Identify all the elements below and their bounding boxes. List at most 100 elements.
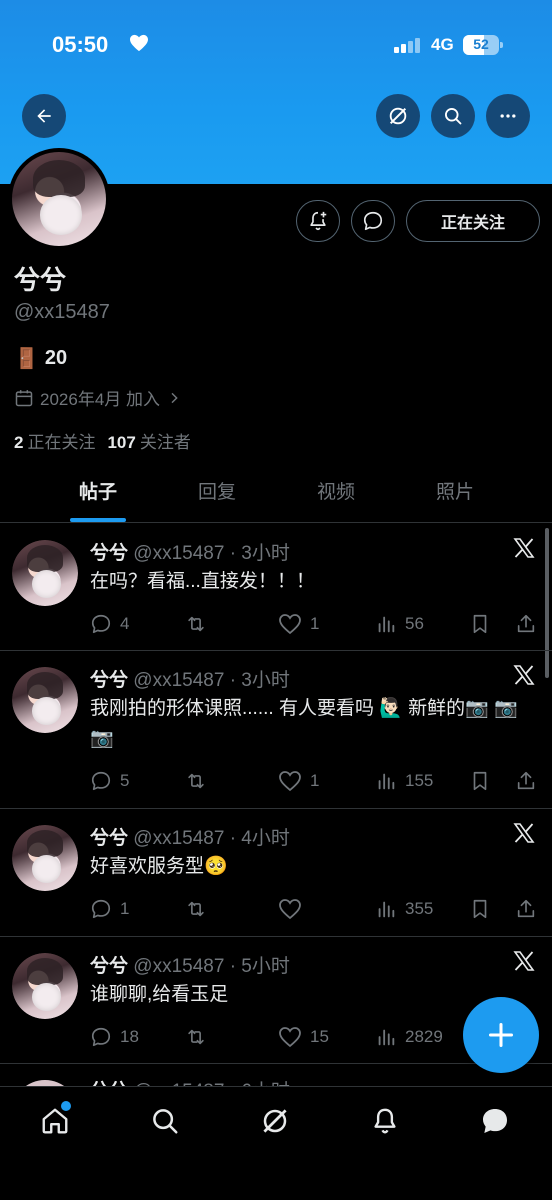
following-label: 正在关注	[27, 433, 96, 452]
tab-posts[interactable]: 帖子	[38, 466, 158, 522]
calendar-icon	[15, 389, 33, 406]
following-count: 2	[14, 433, 24, 452]
join-date-text: 2026年4月 加入	[40, 390, 160, 409]
more-button[interactable]	[486, 94, 530, 138]
heart-icon	[279, 771, 301, 792]
share-button[interactable]	[515, 770, 537, 792]
reply-icon	[91, 771, 111, 791]
reply-count: 1	[120, 899, 130, 918]
following-stat[interactable]: 2 正在关注	[14, 428, 95, 453]
followers-stat[interactable]: 107 关注者	[107, 428, 190, 453]
like-count: 15	[310, 1027, 329, 1046]
repost-button[interactable]	[184, 613, 216, 635]
network-type: 4G	[431, 35, 454, 54]
views-button[interactable]: 155	[375, 770, 433, 792]
like-button[interactable]: 15	[278, 1026, 329, 1048]
signal-icon	[394, 37, 422, 58]
post-actions: 1 355	[90, 898, 540, 924]
post-avatar[interactable]	[12, 825, 78, 891]
share-button[interactable]	[515, 613, 537, 635]
views-button[interactable]: 355	[375, 898, 433, 920]
post-meta: @xx15487 · 3小时	[133, 670, 290, 691]
like-button[interactable]: 1	[278, 613, 319, 635]
post-header: 兮兮 @xx15487 · 5小时	[90, 951, 290, 978]
arrow-left-icon	[37, 109, 51, 123]
bookmark-button[interactable]	[469, 898, 491, 920]
post-avatar[interactable]	[12, 953, 78, 1019]
tab-videos[interactable]: 视频	[276, 466, 396, 522]
reply-button[interactable]: 4	[90, 613, 129, 635]
post-meta: @xx15487 · 3小时	[133, 543, 290, 564]
repost-button[interactable]	[184, 1026, 216, 1048]
chat-bubble-icon	[363, 211, 383, 231]
tab-photos[interactable]: 照片	[395, 466, 515, 522]
notifications-subscribe-button[interactable]	[296, 200, 340, 242]
repost-button[interactable]	[184, 770, 216, 792]
nav-notifications[interactable]	[355, 1101, 415, 1141]
x-logo-icon	[513, 665, 535, 685]
reply-button[interactable]: 1	[90, 898, 129, 920]
reply-button[interactable]: 18	[90, 1026, 139, 1048]
tab-replies[interactable]: 回复	[157, 466, 277, 522]
grok-button[interactable]	[376, 94, 420, 138]
compose-button[interactable]	[463, 997, 539, 1073]
x-logo	[512, 949, 536, 978]
message-button[interactable]	[351, 200, 395, 242]
like-count: 1	[310, 771, 320, 790]
avatar-image	[12, 953, 78, 1019]
nav-home[interactable]	[25, 1101, 85, 1141]
share-icon	[517, 899, 535, 918]
x-logo	[512, 663, 536, 692]
post-header: 兮兮 @xx15487 · 3小时	[90, 665, 290, 692]
nav-messages[interactable]	[465, 1101, 525, 1141]
avatar-image	[12, 825, 78, 891]
battery-level: 52	[473, 36, 489, 52]
post-actions: 5 1 155	[90, 770, 540, 796]
reply-count: 5	[120, 771, 130, 790]
join-date[interactable]: 2026年4月 加入	[14, 385, 182, 410]
share-icon	[517, 614, 535, 633]
nav-grok[interactable]	[245, 1101, 305, 1141]
avatar-image	[12, 152, 106, 246]
following-button[interactable]: 正在关注	[406, 200, 540, 242]
post-avatar[interactable]	[12, 667, 78, 733]
post-item[interactable]: 兮兮 @xx15487 · 3小时 在吗？看福...直接发！！！ 4 1 56	[0, 524, 552, 651]
profile-avatar[interactable]	[8, 148, 110, 250]
search-icon	[445, 108, 462, 125]
battery-icon: 52	[463, 35, 503, 55]
grok-icon	[263, 1109, 287, 1133]
post-item[interactable]: 兮兮 @xx15487 · 4小时 好喜欢服务型🥺 1 355	[0, 809, 552, 937]
post-item[interactable]: 兮兮 @xx15487 · 3小时 我刚拍的形体课照...... 有人要看吗 🙋…	[0, 651, 552, 809]
post-header: 兮兮 @xx15487 · 4小时	[90, 823, 290, 850]
repost-button[interactable]	[184, 898, 216, 920]
views-button[interactable]: 2829	[375, 1026, 443, 1048]
bookmark-icon	[473, 771, 487, 791]
like-button[interactable]: 1	[278, 770, 319, 792]
share-button[interactable]	[515, 898, 537, 920]
repost-icon	[188, 616, 204, 632]
followers-count: 107	[107, 433, 136, 452]
nav-search[interactable]	[135, 1101, 195, 1141]
reply-button[interactable]: 5	[90, 770, 129, 792]
bookmark-icon	[473, 614, 487, 634]
bookmark-button[interactable]	[469, 770, 491, 792]
post-avatar[interactable]	[12, 540, 78, 606]
messages-icon	[483, 1109, 507, 1133]
views-button[interactable]: 56	[375, 613, 424, 635]
back-button[interactable]	[22, 94, 66, 138]
active-tab-indicator	[70, 518, 126, 522]
search-button[interactable]	[431, 94, 475, 138]
bookmark-icon	[473, 899, 487, 919]
like-button[interactable]	[278, 898, 310, 920]
heart-icon	[279, 899, 301, 920]
post-author: 兮兮	[90, 828, 129, 849]
profile-name: 兮兮	[14, 265, 67, 295]
heart-icon	[279, 1027, 301, 1048]
reply-icon	[91, 1027, 111, 1047]
bottom-navigation	[0, 1086, 552, 1200]
profile-handle: @xx15487	[14, 301, 110, 323]
post-author: 兮兮	[90, 543, 129, 564]
x-logo-icon	[513, 538, 535, 558]
post-text: 我刚拍的形体课照...... 有人要看吗 🙋🏻‍♂️ 新鲜的📷 📷 📷	[90, 698, 518, 749]
bookmark-button[interactable]	[469, 613, 491, 635]
